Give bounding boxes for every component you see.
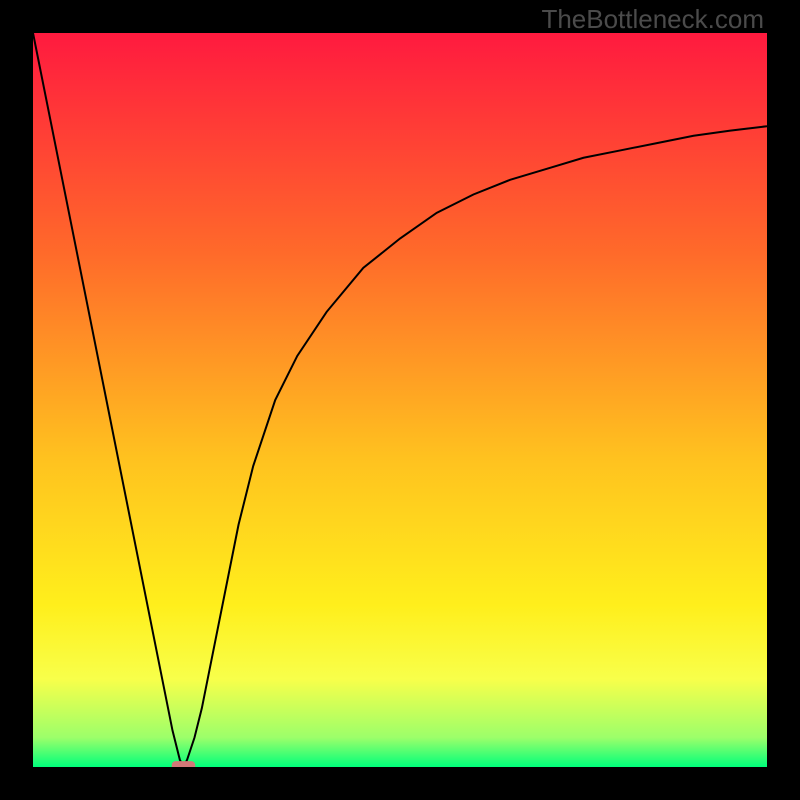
watermark-text: TheBottleneck.com bbox=[541, 4, 764, 35]
plot-area bbox=[33, 33, 767, 767]
chart-frame: TheBottleneck.com bbox=[0, 0, 800, 800]
chart-svg bbox=[33, 33, 767, 767]
optimal-marker bbox=[172, 761, 195, 767]
